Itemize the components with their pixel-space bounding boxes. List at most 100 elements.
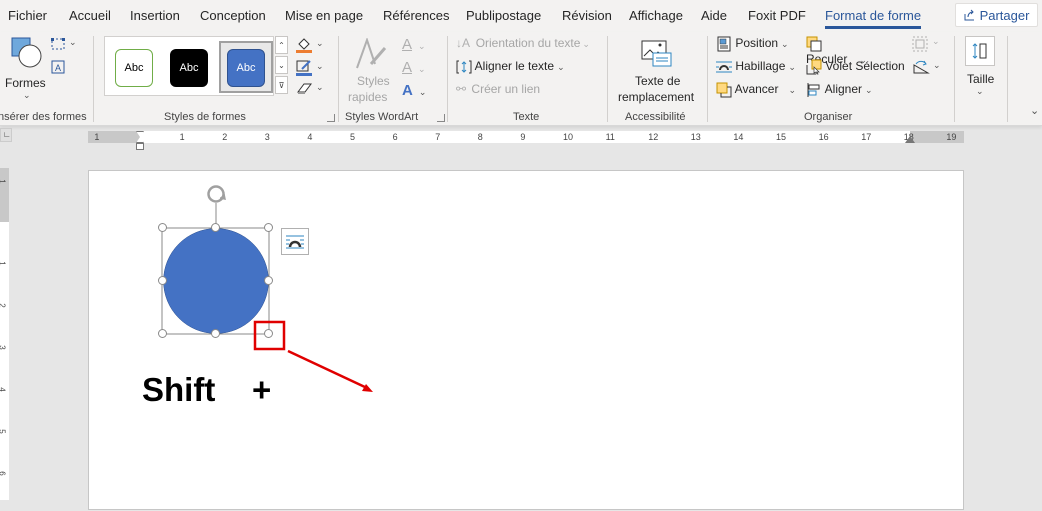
right-indent-marker[interactable] xyxy=(905,136,915,143)
group-objects-button[interactable]: ⌄ xyxy=(912,36,942,54)
position-icon xyxy=(717,36,731,52)
text-effects-button[interactable]: A ⌄ xyxy=(402,82,432,100)
ruler-number: 7 xyxy=(435,132,441,142)
ribbon: Formes ⌄ ⌄ A nsérer des formes Abc Abc A… xyxy=(0,32,1042,126)
group-label-shape-styles: Styles de formes xyxy=(164,111,246,123)
gallery-up-button[interactable]: ⌃ xyxy=(275,36,288,54)
selection-pane-label: Volet Sélection xyxy=(825,59,905,74)
shape-style-black[interactable]: Abc xyxy=(170,49,208,87)
size-label: Taille xyxy=(967,72,995,86)
vertical-ruler[interactable]: 1 1 2 3 4 5 6 xyxy=(0,168,9,500)
position-label: Position xyxy=(735,36,779,51)
ruler-number: 17 xyxy=(861,132,872,142)
wrap-text-button[interactable]: Habillage ⌄ xyxy=(716,59,800,77)
gallery-down-button[interactable]: ⌄ xyxy=(275,56,288,74)
align-text-button[interactable]: Aligner le texte ⌄ xyxy=(456,59,576,77)
shape-style-blue[interactable]: Abc xyxy=(227,49,265,87)
alt-text-label-2: remplacement xyxy=(618,90,695,104)
selection-pane-button[interactable]: Volet Sélection xyxy=(806,59,906,77)
align-button[interactable]: Aligner ⌄ xyxy=(806,82,886,100)
align-chevron-icon: ⌄ xyxy=(865,85,873,96)
collapse-ribbon-button[interactable]: ⌄ xyxy=(1030,104,1039,117)
separator xyxy=(607,36,608,122)
tab-publipostage[interactable]: Publipostage xyxy=(466,8,541,23)
layout-options-button[interactable] xyxy=(281,228,309,255)
tab-mise-en-page[interactable]: Mise en page xyxy=(285,8,363,23)
resize-handle-bottom-right[interactable] xyxy=(264,329,273,338)
align-text-label: Aligner le texte xyxy=(474,59,555,73)
tab-insertion[interactable]: Insertion xyxy=(130,8,180,23)
rotate-chevron-icon: ⌄ xyxy=(933,60,941,70)
ruler-number: 2 xyxy=(222,132,228,142)
text-direction-button[interactable]: ↓A Orientation du texte ⌄ xyxy=(456,36,596,54)
resize-handle-bottom[interactable] xyxy=(211,329,220,338)
resize-handle-right[interactable] xyxy=(264,276,273,285)
alt-text-label-1: Texte de xyxy=(635,74,681,88)
shapes-icon xyxy=(11,37,42,68)
tab-affichage[interactable]: Affichage xyxy=(629,8,683,23)
blue-circle-shape[interactable] xyxy=(163,228,269,334)
position-chevron-icon: ⌄ xyxy=(781,39,789,50)
tab-conception[interactable]: Conception xyxy=(200,8,266,23)
create-link-label: Créer un lien xyxy=(471,82,541,96)
left-tab-icon: ∟ xyxy=(3,130,11,139)
gallery-more-button[interactable]: ⊽ xyxy=(275,76,288,94)
tab-stop-selector[interactable]: ∟ xyxy=(0,128,12,142)
alt-text-button[interactable]: Texte de remplacement xyxy=(614,36,698,104)
edit-shape-button[interactable]: ⌄ xyxy=(50,37,77,53)
rotate-handle-icon[interactable] xyxy=(207,185,226,203)
shape-styles-launcher-icon[interactable] xyxy=(327,114,335,122)
tab-fichier[interactable]: Fichier xyxy=(8,8,47,23)
ruler-number: 6 xyxy=(0,471,7,475)
bring-forward-chevron-icon: ⌄ xyxy=(788,85,797,96)
align-label: Aligner xyxy=(824,82,863,97)
tab-format-de-forme[interactable]: Format de forme xyxy=(825,8,922,29)
wordart-quick-styles-icon xyxy=(356,38,387,69)
rotate-button[interactable]: ⌄ xyxy=(912,59,942,77)
shape-effects-button[interactable]: ⌄ xyxy=(296,82,326,98)
edit-shape-chevron-icon: ⌄ xyxy=(69,37,77,47)
tab-aide[interactable]: Aide xyxy=(701,8,727,23)
ruler-number: 3 xyxy=(0,345,7,349)
text-box-button[interactable]: A xyxy=(50,59,66,75)
shape-styles-gallery: Abc Abc Abc xyxy=(104,36,274,96)
quick-styles-button[interactable]: Styles rapides xyxy=(345,36,397,104)
shape-fill-button[interactable]: ⌄ xyxy=(296,36,326,54)
align-objects-icon xyxy=(807,83,820,97)
size-icon xyxy=(972,43,987,59)
ruler-number: 4 xyxy=(307,132,313,142)
resize-handle-top[interactable] xyxy=(211,223,220,232)
wordart-launcher-icon[interactable] xyxy=(437,114,445,122)
left-indent-marker[interactable] xyxy=(136,143,144,150)
resize-handle-top-right[interactable] xyxy=(264,223,273,232)
tab-revision[interactable]: Révision xyxy=(562,8,612,23)
share-button[interactable]: Partager xyxy=(955,3,1038,27)
horizontal-ruler[interactable]: 1 1 2 3 4 5 6 7 8 9 10 11 12 13 14 15 16 17 18 19 xyxy=(88,131,964,150)
eraser-effects-icon xyxy=(297,83,312,94)
wrap-text-icon xyxy=(716,61,732,73)
create-link-button[interactable]: ⚯ Créer un lien xyxy=(456,82,566,100)
shape-outline-button[interactable]: ⌄ xyxy=(296,59,326,77)
separator xyxy=(447,36,448,122)
tab-foxit-pdf[interactable]: Foxit PDF xyxy=(748,8,806,23)
shapes-button[interactable]: Formes ⌄ xyxy=(4,36,46,100)
send-backward-button[interactable]: Reculer ⌄ xyxy=(806,36,886,66)
group-label-text: Texte xyxy=(513,111,540,123)
text-box-icon: A xyxy=(51,60,65,74)
group-label-accessibility: Accessibilité xyxy=(625,111,686,123)
tab-references[interactable]: Références xyxy=(383,8,449,23)
shape-style-outline[interactable]: Abc xyxy=(115,49,153,87)
resize-handle-top-left[interactable] xyxy=(158,223,167,232)
ruler-number: 1 xyxy=(0,179,7,183)
size-button[interactable]: Taille ⌄ xyxy=(963,34,997,100)
ruler-number: 9 xyxy=(520,132,526,142)
document-page[interactable]: Shift + xyxy=(88,170,964,510)
resize-handle-bottom-left[interactable] xyxy=(158,329,167,338)
ruler-number: 1 xyxy=(94,132,100,142)
text-outline-button[interactable]: A ⌄ xyxy=(402,59,432,77)
resize-handle-left[interactable] xyxy=(158,276,167,285)
text-fill-button[interactable]: A ⌄ xyxy=(402,36,432,54)
bring-forward-button[interactable]: Avancer ⌄ xyxy=(716,82,800,100)
tab-accueil[interactable]: Accueil xyxy=(69,8,111,23)
position-button[interactable]: Position ⌄ xyxy=(716,36,796,54)
